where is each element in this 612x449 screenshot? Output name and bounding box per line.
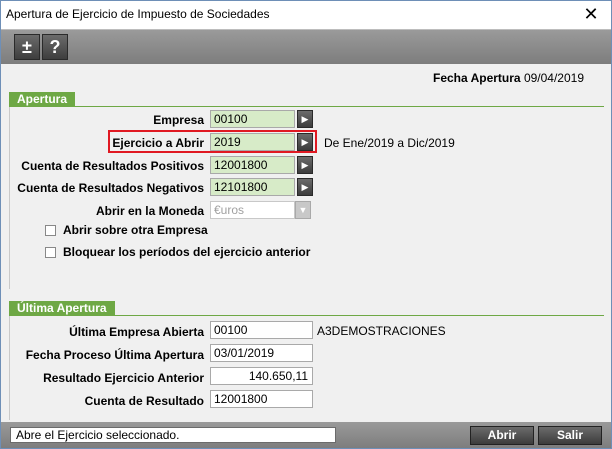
empresa-arrow-icon[interactable]: ▶: [297, 110, 313, 128]
fecha-apertura-label: Fecha Apertura: [433, 71, 521, 85]
ejercicio-label: Ejercicio a Abrir: [112, 136, 204, 150]
apertura-section-label: Apertura: [9, 92, 76, 106]
ultima-section-header: Última Apertura: [9, 301, 604, 316]
otra-empresa-checkbox[interactable]: [45, 225, 56, 236]
cuenta-negativos-field[interactable]: 12101800: [210, 178, 295, 196]
ejercicio-arrow-icon[interactable]: ▶: [297, 133, 313, 151]
ultima-fecha-label: Fecha Proceso Última Apertura: [25, 348, 204, 362]
cuenta-negativos-label: Cuenta de Resultados Negativos: [17, 181, 204, 195]
bloquear-label: Bloquear los períodos del ejercicio ante…: [63, 245, 311, 259]
title-bar: Apertura de Ejercicio de Impuesto de Soc…: [1, 1, 611, 29]
moneda-label: Abrir en la Moneda: [95, 204, 204, 218]
toolbar: ± ?: [1, 29, 611, 64]
apertura-section-header: Apertura: [9, 92, 604, 107]
cuenta-negativos-arrow-icon[interactable]: ▶: [297, 178, 313, 196]
otra-empresa-label: Abrir sobre otra Empresa: [63, 223, 208, 237]
moneda-select[interactable]: €uros: [210, 201, 295, 219]
cuenta-positivos-label: Cuenta de Resultados Positivos: [21, 159, 204, 173]
empresa-field[interactable]: 00100: [210, 110, 295, 128]
ultima-section-label: Última Apertura: [9, 301, 115, 315]
cuenta-positivos-arrow-icon[interactable]: ▶: [297, 156, 313, 174]
ultima-cuenta-field: 12001800: [210, 390, 313, 408]
status-bar: Abre el Ejercicio seleccionado. Abrir Sa…: [1, 422, 611, 448]
fecha-apertura-value: 09/04/2019: [523, 71, 584, 85]
ultima-empresa-name: A3DEMOSTRACIONES: [317, 324, 446, 338]
fecha-apertura: Fecha Apertura 09/04/2019: [433, 71, 584, 85]
ejercicio-field[interactable]: 2019: [210, 133, 295, 151]
ultima-resultado-label: Resultado Ejercicio Anterior: [43, 371, 204, 385]
close-icon[interactable]: ✕: [581, 4, 601, 24]
dialog-window: Apertura de Ejercicio de Impuesto de Soc…: [0, 0, 612, 449]
ultima-cuenta-label: Cuenta de Resultado: [84, 394, 204, 408]
ultima-empresa-label: Última Empresa Abierta: [69, 325, 204, 339]
moneda-dropdown-icon[interactable]: ▼: [295, 201, 311, 219]
ultima-resultado-field: 140.650,11: [210, 367, 313, 385]
ultima-empresa-field: 00100: [210, 321, 313, 339]
abrir-button[interactable]: Abrir: [470, 426, 534, 445]
plus-minus-button[interactable]: ±: [14, 34, 40, 60]
ultima-fecha-field: 03/01/2019: [210, 344, 313, 362]
status-message: Abre el Ejercicio seleccionado.: [10, 427, 336, 443]
ejercicio-range: De Ene/2019 a Dic/2019: [324, 136, 455, 150]
cuenta-positivos-field[interactable]: 12001800: [210, 156, 295, 174]
window-title: Apertura de Ejercicio de Impuesto de Soc…: [6, 7, 270, 21]
salir-button[interactable]: Salir: [538, 426, 602, 445]
empresa-label: Empresa: [153, 113, 204, 127]
help-button[interactable]: ?: [42, 34, 68, 60]
content-area: Fecha Apertura 09/04/2019 Apertura Empre…: [1, 64, 611, 422]
bloquear-checkbox[interactable]: [45, 247, 56, 258]
